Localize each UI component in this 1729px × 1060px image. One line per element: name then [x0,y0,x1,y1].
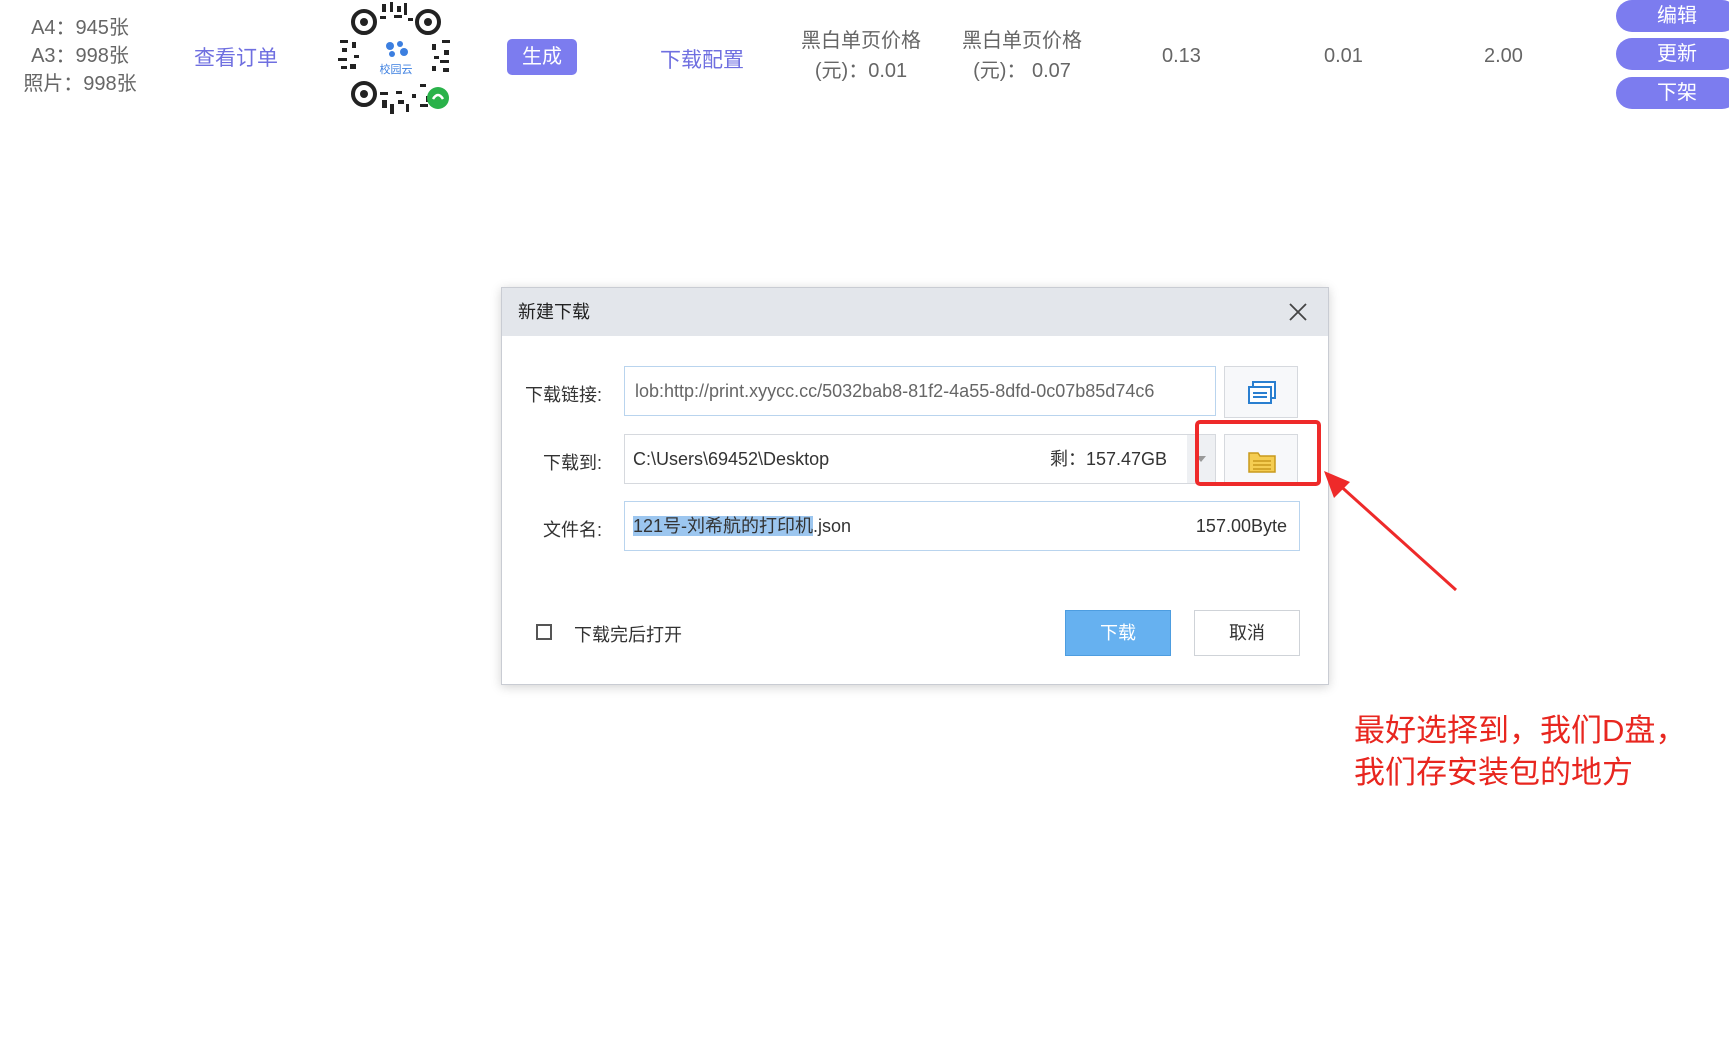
annotation-line-1: 最好选择到，我们D盘， [1354,713,1687,748]
annotation-text: 最好选择到，我们D盘， 我们存安装包的地方 [1354,710,1724,794]
bw-price-1-label: 黑白单页价格 [801,30,921,52]
paste-url-button[interactable] [1224,366,1298,418]
cancel-button[interactable]: 取消 [1194,610,1300,656]
unpublish-button[interactable]: 下架 [1616,77,1729,109]
url-field[interactable]: lob:http://print.xyycc.cc/5032bab8-81f2-… [624,366,1216,416]
bw-price-2-value: (元)： 0.07 [973,60,1071,82]
filename-selected: 121号-刘希航的打印机 [633,516,814,536]
dialog-title-bar: 新建下载 [502,288,1328,336]
open-after-checkbox[interactable] [536,624,552,640]
dest-path-select[interactable]: C:\Users\69452\Desktop 剩：157.47GB [624,434,1216,484]
annotation-arrow [1324,471,1458,592]
file-size: 157.00Byte [1195,516,1287,536]
bw-price-2: 黑白单页价格 (元)： 0.07 [957,26,1087,86]
window-list-icon [1248,381,1276,404]
filename-ext: .json [813,516,852,536]
open-after-label[interactable]: 下载完后打开 [574,621,682,647]
qr-logo-text: 校园云 [380,62,413,76]
edit-button[interactable]: 编辑 [1616,0,1729,32]
bw-price-1-value: (元)：0.01 [814,60,908,82]
paper-counts: A4：945张 A3：998张 照片：998张 [10,14,150,98]
view-orders-link[interactable]: 查看订单 [194,42,278,72]
qr-code-image: 校园云 [334,0,458,118]
dest-path-value: C:\Users\69452\Desktop [633,449,830,469]
filename-field[interactable]: 121号-刘希航的打印机.json 157.00Byte [624,501,1300,551]
url-value: lob:http://print.xyycc.cc/5032bab8-81f2-… [635,381,1155,401]
dest-label: 下载到: [542,453,602,473]
bw-price-2-label: 黑白单页价格 [962,30,1082,52]
count-a3: A3：998张 [31,45,129,67]
new-download-dialog: 新建下载 下载链接: lob:http://print.xyycc.cc/503… [501,287,1329,685]
download-config-link[interactable]: 下载配置 [660,44,744,74]
update-button[interactable]: 更新 [1616,38,1729,70]
value-cell-1: 0.13 [1162,45,1201,67]
download-button[interactable]: 下载 [1065,610,1171,656]
dialog-title: 新建下载 [518,302,590,322]
free-space-text: 剩：157.47GB [1050,449,1168,469]
url-label: 下载链接: [524,385,602,405]
bw-price-1: 黑白单页价格 (元)：0.01 [796,26,926,86]
filename-label: 文件名: [542,520,602,540]
count-photo: 照片：998张 [23,73,137,95]
generate-button[interactable]: 生成 [507,39,577,75]
filename-text: 121号-刘希航的打印机.json [633,502,851,550]
value-cell-2: 0.01 [1324,45,1363,67]
close-icon[interactable] [1288,302,1308,322]
value-cell-3: 2.00 [1484,45,1523,67]
count-a4: A4：945张 [31,17,129,39]
highlight-box [1195,420,1321,486]
annotation-line-2: 我们存安装包的地方 [1354,755,1633,790]
